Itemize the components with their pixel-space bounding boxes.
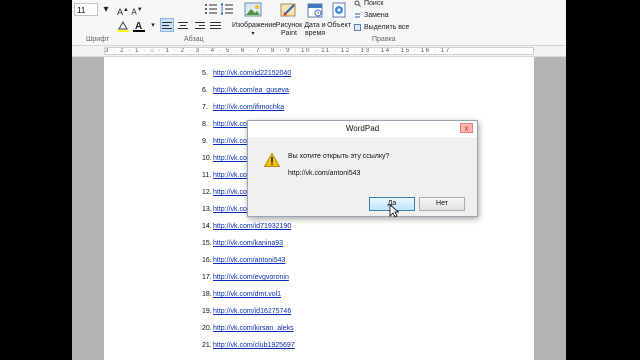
paint-drawing-button[interactable]: Рисунок Paint: [275, 2, 303, 38]
text-color-icon[interactable]: A: [132, 19, 146, 33]
vk-link[interactable]: http://vk.com/antoni543: [213, 256, 285, 273]
picture-icon: [232, 2, 274, 21]
list-item-number: 20.: [202, 325, 212, 332]
text-color-dropdown-icon[interactable]: ▾: [146, 19, 160, 33]
list-item-number: 10.: [202, 155, 212, 162]
list-item-number: 9.: [202, 138, 208, 145]
ruler-scale[interactable]: 3 · 2 · 1 · ⌂ · 1 · 2 · 3 · 4 · 5 · 6 · …: [104, 47, 534, 55]
paragraph-group-label: Абзац: [184, 36, 204, 43]
find-button[interactable]: Поиск: [354, 0, 383, 7]
find-icon: [354, 0, 361, 7]
list-item-number: 19.: [202, 308, 212, 315]
date-time-button[interactable]: Дата и время: [303, 2, 327, 38]
grow-font-icon[interactable]: A▲: [116, 3, 130, 17]
vk-link[interactable]: http://vk.com/id71932190: [213, 222, 291, 239]
list-item-number: 15.: [202, 240, 212, 247]
paint-brush-icon: [275, 2, 303, 21]
select-all-icon: [354, 24, 361, 31]
list-item-number: 11.: [202, 172, 212, 179]
list-item: 5. http://vk.com/id22152040: [202, 69, 295, 86]
warning-icon: [263, 152, 281, 167]
list-item: 15. http://vk.com/kanina93: [202, 239, 295, 256]
list-item-number: 17.: [202, 274, 212, 281]
list-item: 17. http://vk.com/evgvoronin: [202, 273, 295, 290]
dialog-titlebar[interactable]: WordPad x: [248, 121, 477, 137]
list-item-number: 12.: [202, 189, 212, 196]
mouse-cursor-icon: [389, 204, 399, 218]
list-item: 6. http://vk.com/ea_guseva: [202, 86, 295, 103]
align-left-icon[interactable]: [160, 18, 174, 32]
font-size-dropdown-icon[interactable]: ▾: [99, 3, 113, 17]
justify-icon[interactable]: [208, 18, 222, 32]
date-time-label-1: Дата и: [304, 22, 326, 29]
list-item-number: 16.: [202, 257, 212, 264]
list-item-number: 13.: [202, 206, 212, 213]
list-icon[interactable]: [204, 2, 218, 16]
list-item: 20. http://vk.com/kirsan_aleks: [202, 324, 295, 341]
list-item-number: 18.: [202, 291, 212, 298]
list-item-number: 5.: [202, 70, 208, 77]
insert-object-button[interactable]: Объект: [327, 2, 351, 38]
ribbon: 11 ▾ A▲ A▼ A ▾ Шрифт Абзац Изображение ▾…: [72, 0, 566, 46]
vk-link[interactable]: http://vk.com/club1925697: [213, 341, 295, 358]
select-all-label: Выделить все: [364, 24, 410, 31]
list-item-number: 21.: [202, 342, 212, 349]
align-right-icon[interactable]: [192, 18, 206, 32]
select-all-button[interactable]: Выделить все: [354, 24, 409, 31]
replace-icon: [355, 13, 360, 18]
insert-picture-label: Изображение: [232, 22, 277, 29]
wordpad-window: 11 ▾ A▲ A▼ A ▾ Шрифт Абзац Изображение ▾…: [72, 0, 566, 360]
find-label: Поиск: [364, 0, 384, 7]
object-icon: [327, 2, 351, 21]
ruler: 3 · 2 · 1 · ⌂ · 1 · 2 · 3 · 4 · 5 · 6 · …: [72, 46, 566, 57]
list-item: 21. http://vk.com/club1925697: [202, 341, 295, 358]
dialog-url: http://vk.com/antoni543: [288, 170, 361, 177]
replace-button[interactable]: Замена: [354, 12, 389, 19]
list-item: 7. http://vk.com/ifimochka: [202, 103, 295, 120]
list-item-number: 6.: [202, 87, 208, 94]
date-time-label-2: время: [304, 30, 326, 37]
list-item-number: 8.: [202, 121, 208, 128]
no-button[interactable]: Нет: [419, 197, 465, 211]
edit-group-label: Правка: [372, 36, 396, 43]
bold-icon[interactable]: [74, 20, 88, 34]
align-center-icon[interactable]: [176, 18, 190, 32]
list-item: 18. http://vk.com/dmt.vol1: [202, 290, 295, 307]
paint-drawing-label-2: Paint: [281, 30, 297, 37]
font-group-label: Шрифт: [86, 36, 110, 43]
vk-link[interactable]: http://vk.com/evgvoronin: [213, 273, 289, 290]
highlight-color-icon[interactable]: [116, 19, 130, 33]
vk-link[interactable]: http://vk.com/ifimochka: [213, 103, 284, 120]
dialog-message: Вы хотите открыть эту ссылку?: [288, 153, 390, 160]
insert-picture-button[interactable]: Изображение ▾: [232, 2, 277, 38]
insert-object-label: Объект: [327, 22, 351, 29]
dialog-close-button[interactable]: x: [460, 123, 473, 133]
insert-picture-dropdown-icon: ▾: [251, 31, 255, 37]
list-item: 19. http://vk.com/id16275746: [202, 307, 295, 324]
list-item: 14. http://vk.com/id71932190: [202, 222, 295, 239]
shrink-font-icon[interactable]: A▼: [130, 3, 144, 17]
vk-link[interactable]: http://vk.com/kirsan_aleks: [213, 324, 294, 341]
dialog-title: WordPad: [345, 124, 380, 133]
vk-link[interactable]: http://vk.com/ea_guseva: [213, 86, 289, 103]
font-size-field[interactable]: 11: [74, 3, 98, 16]
vk-link[interactable]: http://vk.com/id16275746: [213, 307, 291, 324]
vk-link[interactable]: http://vk.com/kanina93: [213, 239, 283, 256]
vk-link[interactable]: http://vk.com/dmt.vol1: [213, 290, 281, 307]
vk-link[interactable]: http://vk.com/id22152040: [213, 69, 291, 86]
wordpad-dialog: WordPad x Вы хотите открыть эту ссылку? …: [247, 120, 478, 218]
list-item: 16. http://vk.com/antoni543: [202, 256, 295, 273]
paint-drawing-label-1: Рисунок: [275, 22, 303, 29]
list-item-number: 7.: [202, 104, 208, 111]
calendar-icon: [303, 2, 327, 21]
replace-label: Замена: [364, 12, 389, 19]
list-item-number: 14.: [202, 223, 212, 230]
